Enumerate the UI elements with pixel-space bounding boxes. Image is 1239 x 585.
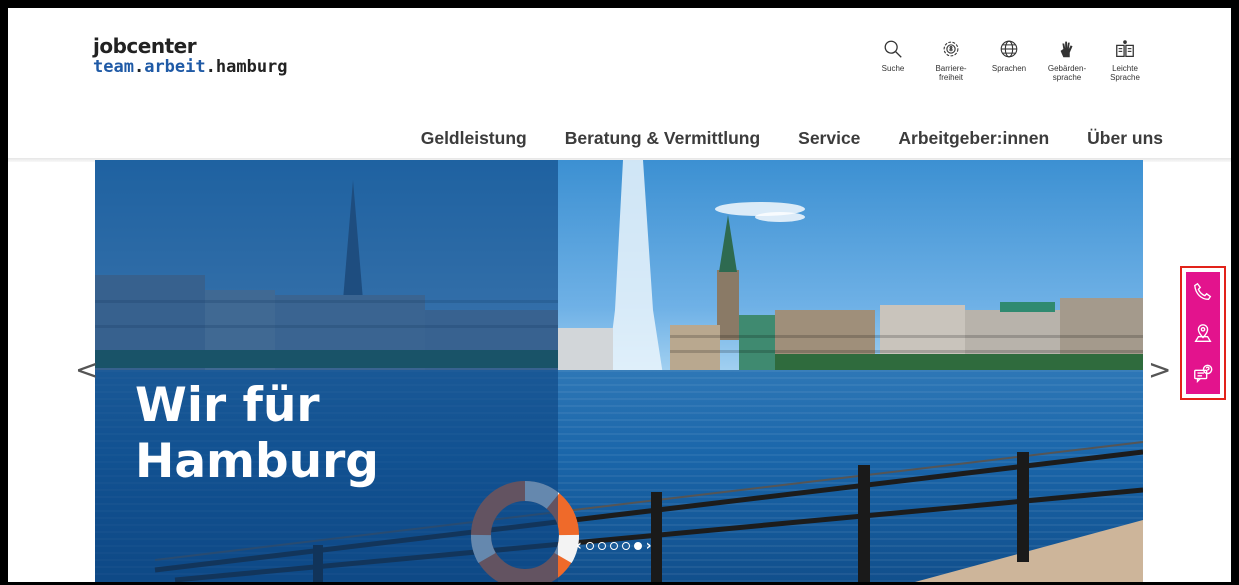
slider-dot[interactable] xyxy=(585,542,594,550)
nav-geldleistung[interactable]: Geldleistung xyxy=(421,128,527,149)
search-label: Suche xyxy=(881,64,905,73)
easy-language-label: Leichte Sprache xyxy=(1110,64,1140,83)
logo-hamburg: hamburg xyxy=(215,57,288,77)
logo-dot: . xyxy=(133,57,145,77)
easy-language-button[interactable]: Leichte Sprache xyxy=(1099,38,1151,82)
hero-headline-line2: Hamburg xyxy=(135,434,379,489)
slider-prev-small[interactable]: ‹ xyxy=(576,538,582,554)
globe-icon xyxy=(1000,40,1018,58)
main-navigation: Geldleistung Beratung & Vermittlung Serv… xyxy=(421,128,1163,149)
hero-headline: Wir für Hamburg xyxy=(135,378,379,490)
accessibility-gear-icon xyxy=(943,41,959,57)
logo-dot: . xyxy=(205,57,216,77)
slider-dot[interactable] xyxy=(621,542,630,550)
browser-viewport: jobcenter team.arbeit.hamburg Suche Barr… xyxy=(8,8,1231,582)
sign-language-button[interactable]: Gebärden- sprache xyxy=(1041,38,1093,82)
hero-next-arrow[interactable]: > xyxy=(1148,353,1171,386)
logo-line-team-arbeit-hamburg: team.arbeit.hamburg xyxy=(93,59,288,76)
jobcenter-logo[interactable]: jobcenter team.arbeit.hamburg xyxy=(93,36,288,76)
slider-pagination: ‹ › xyxy=(576,538,652,554)
utility-toolbar: Suche Barriere- freiheit Sprachen Gebärd… xyxy=(867,38,1151,82)
accessibility-label: Barriere- freiheit xyxy=(935,64,967,83)
languages-button[interactable]: Sprachen xyxy=(983,38,1035,82)
languages-label: Sprachen xyxy=(991,64,1027,73)
search-button[interactable]: Suche xyxy=(867,38,919,82)
nav-ueber-uns[interactable]: Über uns xyxy=(1087,128,1163,149)
hero-prev-arrow[interactable]: < xyxy=(75,353,98,386)
chat-question-icon[interactable] xyxy=(1192,363,1214,385)
phone-icon[interactable] xyxy=(1192,281,1214,303)
logo-line-jobcenter: jobcenter xyxy=(93,34,197,58)
slider-next-small[interactable]: › xyxy=(646,538,652,554)
nav-beratung-vermittlung[interactable]: Beratung & Vermittlung xyxy=(565,128,760,149)
hero-headline-line1: Wir für xyxy=(135,378,320,433)
location-icon[interactable] xyxy=(1192,322,1214,344)
contact-side-panel-bar xyxy=(1186,272,1220,394)
sign-language-hand-icon xyxy=(1060,41,1073,58)
accessibility-button[interactable]: Barriere- freiheit xyxy=(925,38,977,82)
slider-dot[interactable] xyxy=(609,542,618,550)
logo-arbeit: arbeit xyxy=(144,57,206,77)
nav-arbeitgeber-innen[interactable]: Arbeitgeber:innen xyxy=(898,128,1049,149)
contact-side-panel xyxy=(1180,266,1226,400)
search-icon xyxy=(884,40,902,58)
easy-language-book-icon xyxy=(1116,40,1134,57)
nav-service[interactable]: Service xyxy=(798,128,860,149)
logo-team: team xyxy=(93,57,134,77)
sign-language-label: Gebärden- sprache xyxy=(1047,64,1087,83)
slider-dot[interactable] xyxy=(597,542,606,550)
hero-blue-overlay xyxy=(95,160,558,582)
slider-dot-active[interactable] xyxy=(633,542,642,550)
hero-slider: Wir für Hamburg ‹ › xyxy=(95,160,1143,582)
